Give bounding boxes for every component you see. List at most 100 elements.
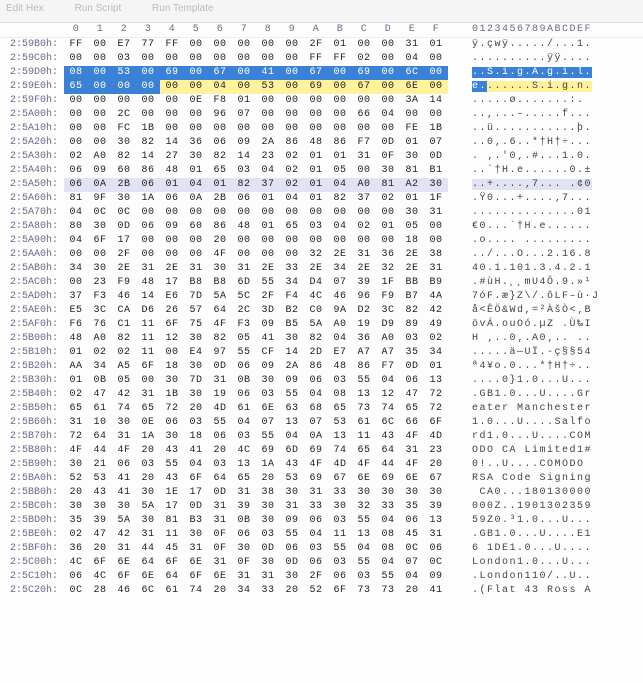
ascii[interactable]: ODO CA Limited1# [466, 444, 643, 458]
hex-bytes[interactable]: 02A082142730821423020101310F300D [62, 150, 466, 164]
ascii[interactable]: .Ÿ0...+....‚7... [466, 192, 643, 206]
hex-row[interactable]: 2:5BE0h:0247423111300F060355041113084531… [0, 528, 643, 542]
hex-bytes[interactable]: 7264311A3018060355040A1311434F4D [62, 430, 466, 444]
ascii[interactable]: RSA Code Signing [466, 472, 643, 486]
hex-bytes[interactable]: 204341301E170D313830313330303030 [62, 486, 466, 500]
hex-row[interactable]: 2:5A10h:0000FC1B00000000000000000000FE1B… [0, 122, 643, 136]
ascii[interactable]: .#ùH.¸¸mU4Ô.9.»¹ [466, 276, 643, 290]
ascii[interactable]: CA0...180130000 [466, 486, 643, 500]
hex-bytes[interactable]: 00003082143606092A864886F70D0107 [62, 136, 466, 150]
ascii[interactable]: .....ø.......:. [466, 94, 643, 108]
ascii[interactable]: ÿ.çwÿ...../...1. [466, 38, 643, 52]
ascii[interactable]: London1.0...U... [466, 556, 643, 570]
ascii[interactable]: ....0}1.0...U... [466, 374, 643, 388]
ascii[interactable]: .GB1.0...U....Gr [466, 388, 643, 402]
hex-row[interactable]: 2:5B20h:AA34A56F18300D06092A864886F70D01… [0, 360, 643, 374]
ascii[interactable]: .o.... ......... [466, 234, 643, 248]
hex-row[interactable]: 2:5BC0h:3030305A170D31393031333032333539… [0, 500, 643, 514]
menu-edit-hex[interactable]: Edit Hex [6, 3, 44, 14]
hex-row[interactable]: 2:5BF0h:3620314445310F300D06035504080C06… [0, 542, 643, 556]
hex-row[interactable]: 2:5AA0h:00002F0000004F000000322E31362E38… [0, 248, 643, 262]
ascii[interactable]: ..`†H.e......0.± [466, 164, 643, 178]
hex-row[interactable]: 2:5A30h:02A082142730821423020101310F300D… [0, 150, 643, 164]
hex-row[interactable]: 2:5BD0h:35395A3081B3310B3009060355040613… [0, 514, 643, 528]
hex-row[interactable]: 2:5B00h:48A08211123082054130820436A00302… [0, 332, 643, 346]
hex-bytes[interactable]: 00000300000000000000FFFF02000400 [62, 52, 466, 66]
hex-row[interactable]: 2:5AE0h:E53CCAD62657642C3DB2C09AD23C8242… [0, 304, 643, 318]
hex-row[interactable]: 2:5B60h:3110300E0603550407130753616C666F… [0, 416, 643, 430]
hex-bytes[interactable]: 08005300690067004100670069006C00 [62, 66, 466, 80]
hex-bytes[interactable]: AA34A56F18300D06092A864886F70D01 [62, 360, 466, 374]
ascii[interactable]: .(Flat 43 Ross A [466, 584, 643, 598]
hex-row[interactable]: 2:5B40h:024742311B3019060355040813124772… [0, 388, 643, 402]
hex-bytes[interactable]: 80300D06096086480165030402010500 [62, 220, 466, 234]
ascii[interactable]: rd1.0...U....COM [466, 430, 643, 444]
ascii[interactable]: 40.1.101.3.4.2.1 [466, 262, 643, 276]
hex-row[interactable]: 2:5B90h:30210603550403131A434F4D4F444F20… [0, 458, 643, 472]
ascii[interactable]: .London110/..U.. [466, 570, 643, 584]
ascii[interactable]: 0!..U....COMODO [466, 458, 643, 472]
hex-bytes[interactable]: E53CCAD62657642C3DB2C09AD23C8242 [62, 304, 466, 318]
menu-run-template[interactable]: Run Template [152, 3, 214, 14]
menu-run-script[interactable]: Run Script [75, 3, 122, 14]
hex-row[interactable]: 2:59F0h:00000000000EF8010000000000003A14… [0, 94, 643, 108]
hex-row[interactable]: 2:5B30h:010B0500307D310B3009060355040613… [0, 374, 643, 388]
hex-bytes[interactable]: 0102021100E49755CF142DE7A7A73534 [62, 346, 466, 360]
ascii[interactable]: ..ü...........þ. [466, 122, 643, 136]
hex-bytes[interactable]: 52534120436F6465205369676E696E67 [62, 472, 466, 486]
hex-row[interactable]: 2:5A40h:060960864801650304020105003081B1… [0, 164, 643, 178]
hex-row[interactable]: 2:5BB0h:204341301E170D313830313330303030… [0, 486, 643, 500]
hex-row[interactable]: 2:5BA0h:52534120436F6465205369676E696E67… [0, 472, 643, 486]
hex-bytes[interactable]: 3110300E0603550407130753616C666F [62, 416, 466, 430]
hex-row[interactable]: 2:5AF0h:F676C1116F754FF309B55AA019D98949… [0, 318, 643, 332]
hex-row[interactable]: 2:5A50h:060A2B060104018237020104A081A230… [0, 178, 643, 192]
hex-bytes[interactable]: 37F34614E67D5A5C2FF44C4696F9B74A [62, 290, 466, 304]
hex-bytes[interactable]: 0023F94817B8B86D5534D407391FBBB9 [62, 276, 466, 290]
hex-bytes[interactable]: 34302E312E3130312E332E342E322E31 [62, 262, 466, 276]
ascii[interactable]: 59Z0.³1.0...U... [466, 514, 643, 528]
hex-bytes[interactable]: 4C6F6E646F6E310F300D06035504070C [62, 556, 466, 570]
hex-bytes[interactable]: 010B0500307D310B3009060355040613 [62, 374, 466, 388]
hex-row[interactable]: 2:59D0h:08005300690067004100670069006C00… [0, 66, 643, 80]
hex-row[interactable]: 2:5A90h:046F1700000020000000000000001800… [0, 234, 643, 248]
hex-bytes[interactable]: 819F301A060A2B06010401823702011F [62, 192, 466, 206]
hex-bytes[interactable]: 3620314445310F300D06035504080C06 [62, 542, 466, 556]
hex-row[interactable]: 2:59B0h:FF00E777FF00000000002F0100003101… [0, 38, 643, 52]
hex-row[interactable]: 2:5AC0h:0023F94817B8B86D5534D407391FBBB9… [0, 276, 643, 290]
hex-bytes[interactable]: 4F444F204341204C696D697465643123 [62, 444, 466, 458]
hex-row[interactable]: 2:5A20h:00003082143606092A864886F70D0107… [0, 136, 643, 150]
ascii[interactable]: 7óF.æ}Z\/.ôLF–ù·J [466, 290, 643, 304]
hex-row[interactable]: 2:5A60h:819F301A060A2B06010401823702011F… [0, 192, 643, 206]
hex-bytes[interactable]: 00000000000EF8010000000000003A14 [62, 94, 466, 108]
hex-bytes[interactable]: 060960864801650304020105003081B1 [62, 164, 466, 178]
hex-row[interactable]: 2:5AB0h:34302E312E3130312E332E342E322E31… [0, 262, 643, 276]
ascii[interactable]: å<ÊÖ&Wd,=²ÀšÒ<‚B [466, 304, 643, 318]
ascii[interactable]: ..S.i.g.A.g.i.l. [466, 66, 643, 80]
hex-row[interactable]: 2:5C10h:064C6F6E646F6E3131302F0603550409… [0, 570, 643, 584]
hex-bytes[interactable]: 35395A3081B3310B3009060355040613 [62, 514, 466, 528]
hex-row[interactable]: 2:59C0h:00000300000000000000FFFF02000400… [0, 52, 643, 66]
hex-row[interactable]: 2:5C00h:4C6F6E646F6E310F300D06035504070C… [0, 556, 643, 570]
hex-row[interactable]: 2:5AD0h:37F34614E67D5A5C2FF44C4696F9B74A… [0, 290, 643, 304]
hex-bytes[interactable]: 00002C00000096070000000066040000 [62, 108, 466, 122]
hex-row[interactable]: 2:5B10h:0102021100E49755CF142DE7A7A73534… [0, 346, 643, 360]
hex-row[interactable]: 2:5B50h:6561746572204D616E63686573746572… [0, 402, 643, 416]
ascii[interactable]: 6 1DE1.0...U.... [466, 542, 643, 556]
ascii[interactable]: eater Manchester [466, 402, 643, 416]
hex-row[interactable]: 2:5A70h:040C0C00000000000000000000003031… [0, 206, 643, 220]
hex-bytes[interactable]: 024742311B3019060355040813124772 [62, 388, 466, 402]
hex-bytes[interactable]: 064C6F6E646F6E3131302F0603550409 [62, 570, 466, 584]
ascii[interactable]: ..0‚.6..*†H†÷... [466, 136, 643, 150]
ascii[interactable]: ..............01 [466, 206, 643, 220]
hex-bytes[interactable]: F676C1116F754FF309B55AA019D98949 [62, 318, 466, 332]
ascii[interactable]: ..+....‚7... .¢0 [466, 178, 643, 192]
hex-bytes[interactable]: 30210603550403131A434F4D4F444F20 [62, 458, 466, 472]
ascii[interactable]: ..,...–.....f... [466, 108, 643, 122]
ascii[interactable]: ../...O...2.16.8 [466, 248, 643, 262]
hex-row[interactable]: 2:5B80h:4F444F204341204C696D697465643123… [0, 444, 643, 458]
ascii[interactable]: .GB1.0...U....E1 [466, 528, 643, 542]
ascii[interactable]: 1.0...U....Salfo [466, 416, 643, 430]
ascii[interactable]: ..........ÿÿ.... [466, 52, 643, 66]
hex-bytes[interactable]: 040C0C00000000000000000000003031 [62, 206, 466, 220]
hex-bytes[interactable]: 48A08211123082054130820436A00302 [62, 332, 466, 346]
